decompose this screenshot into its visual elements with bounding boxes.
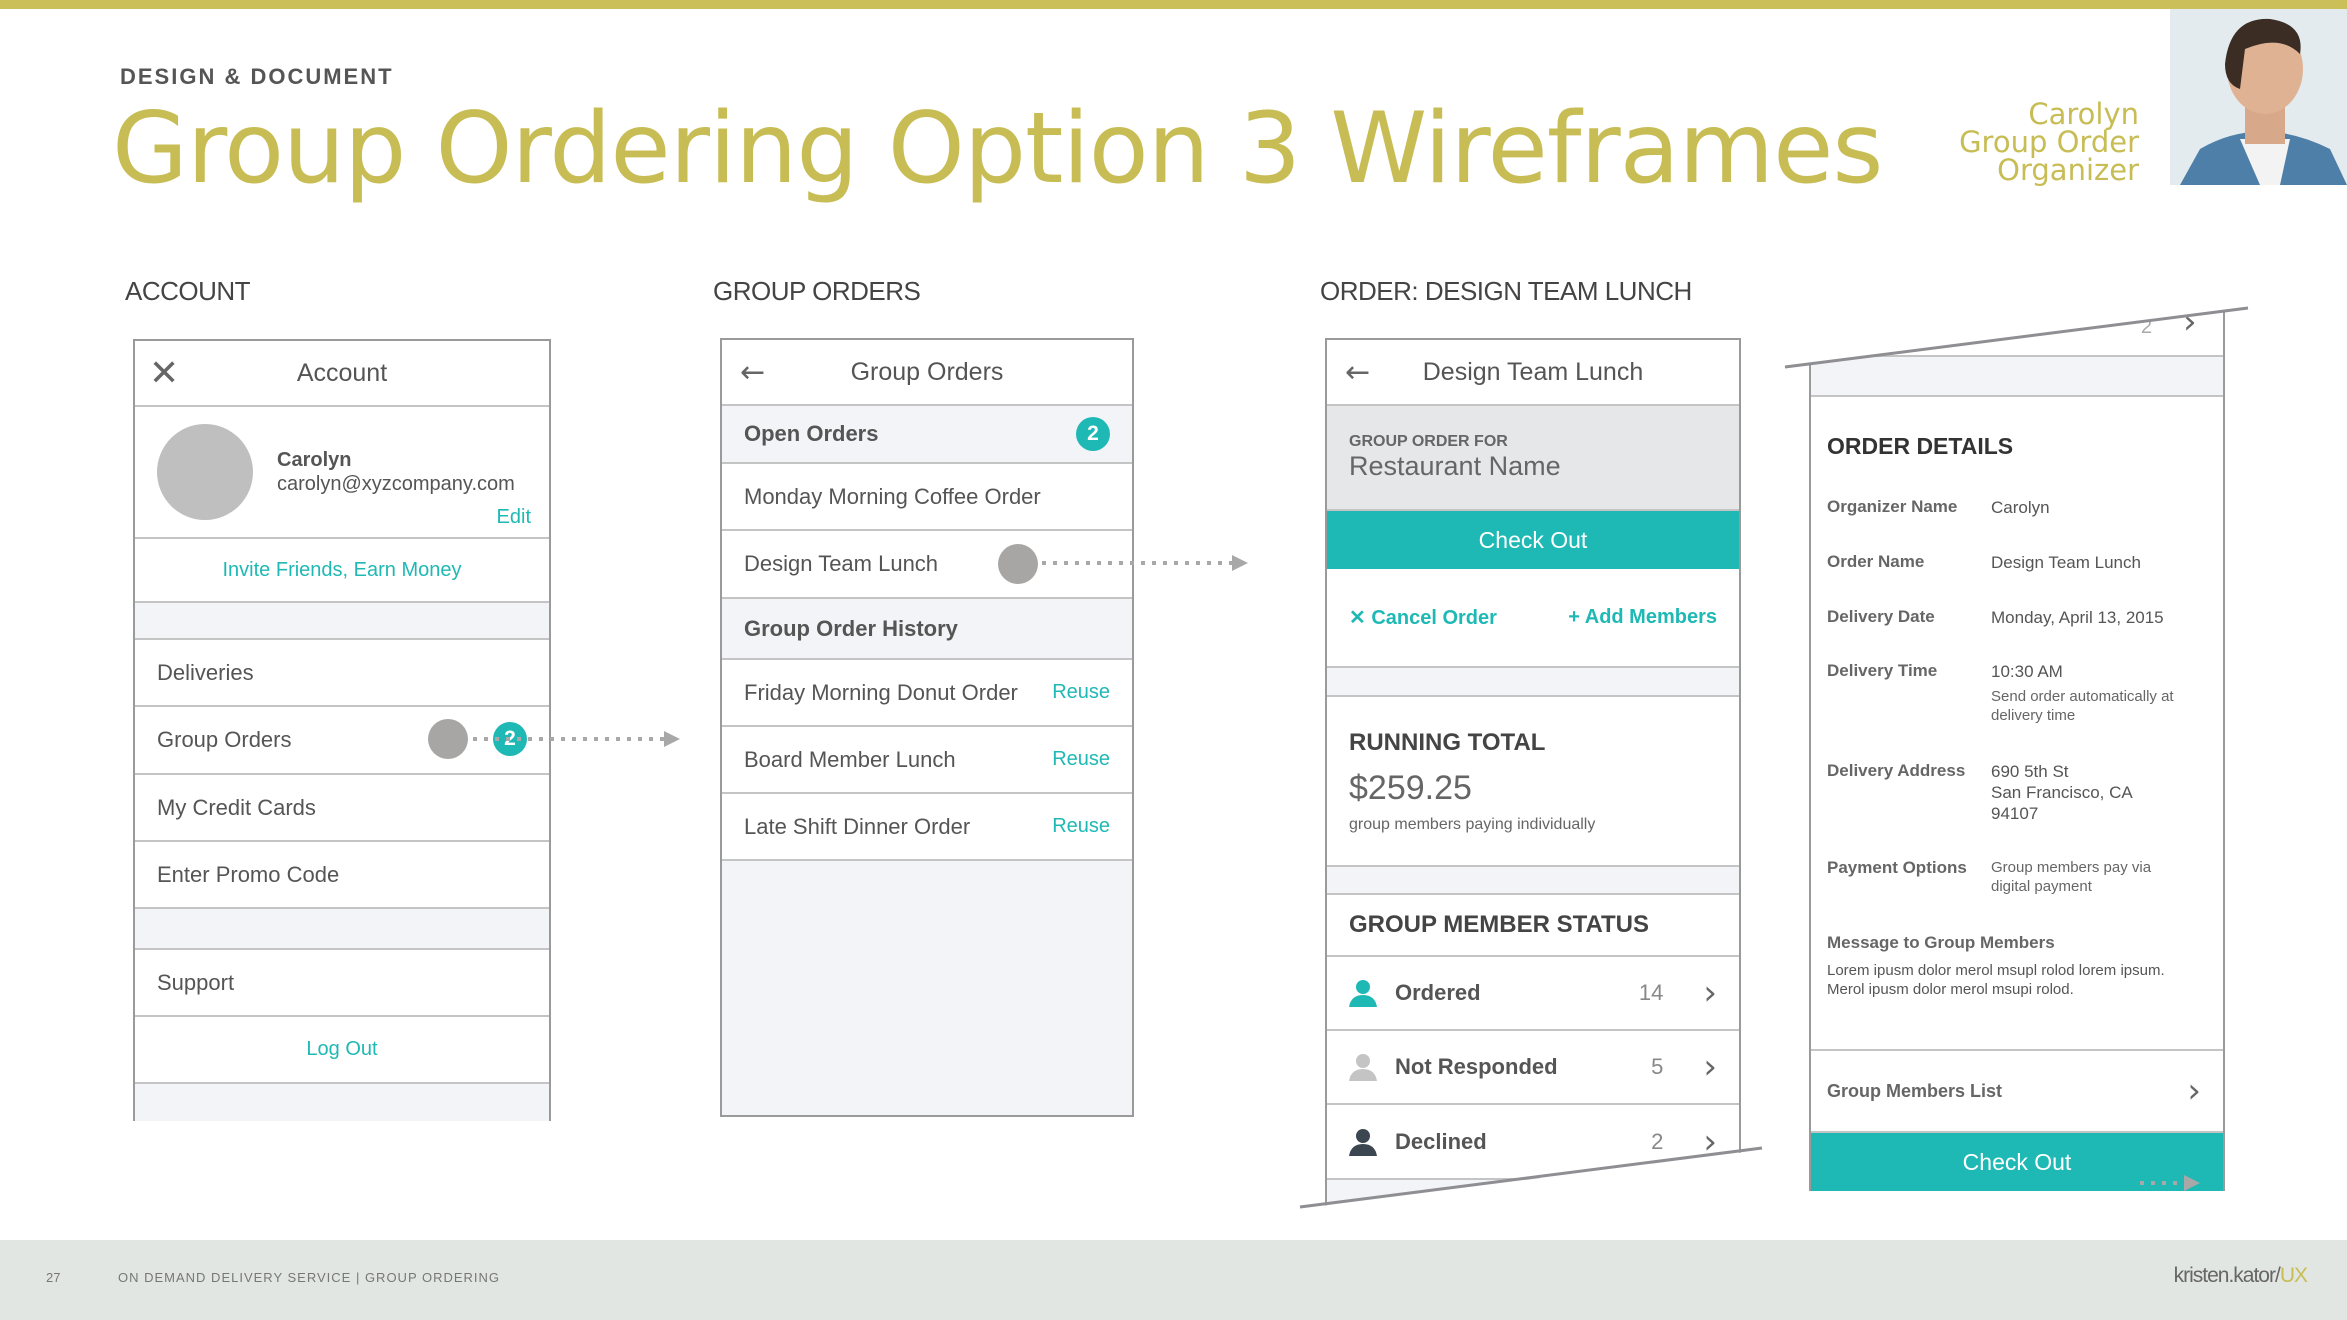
footer-page-number: 27 (46, 1270, 61, 1285)
tear-mask (1780, 300, 2250, 367)
footer-brand: kristen.kator/UX (2173, 1264, 2308, 1288)
brand-accent: UX (2279, 1264, 2308, 1287)
brand-name: kristen.kator/ (2173, 1264, 2281, 1287)
connector-overlay (473, 300, 2250, 1230)
arrow-icon (1232, 555, 1248, 571)
arrow-icon (664, 731, 680, 747)
footer-text: ON DEMAND DELIVERY SERVICE | GROUP ORDER… (118, 1270, 501, 1285)
arrow-icon (2184, 1175, 2200, 1191)
tear-mask (1290, 1150, 1762, 1230)
footer: 27 ON DEMAND DELIVERY SERVICE | GROUP OR… (0, 1240, 2347, 1320)
